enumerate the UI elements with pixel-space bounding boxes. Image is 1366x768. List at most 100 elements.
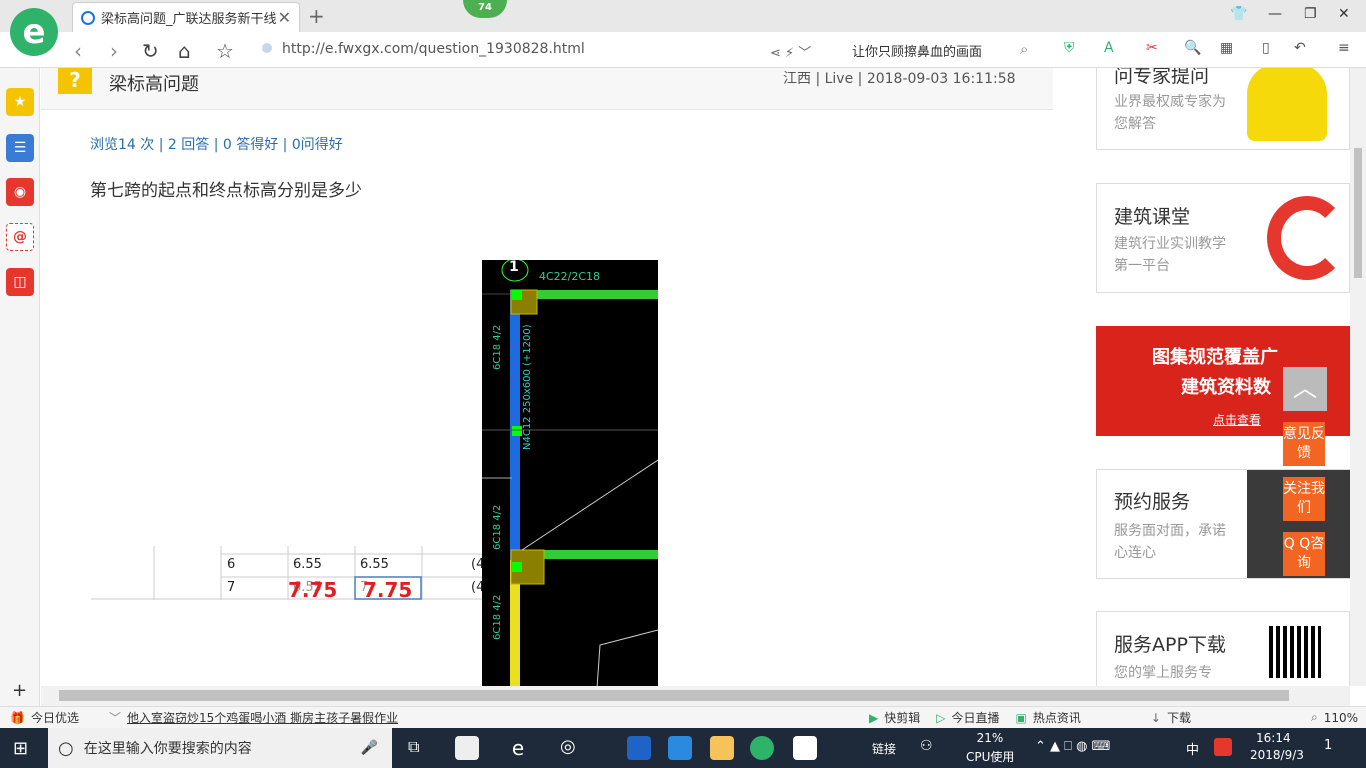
edge-icon[interactable] — [627, 736, 651, 760]
status-item-2[interactable]: 热点资讯 — [1033, 709, 1081, 726]
fan-app-icon[interactable] — [455, 736, 479, 760]
apps-icon[interactable]: ▦ — [1220, 40, 1233, 56]
sheet-row7-no: 7 — [227, 580, 236, 595]
undo-icon[interactable]: ↶ — [1294, 40, 1306, 56]
video-edit-icon: ▶ — [869, 710, 879, 725]
card-ask-expert-title: 问专家提问 — [1114, 68, 1210, 87]
mail-icon[interactable]: @ — [6, 223, 34, 251]
taskbar-link[interactable]: 链接 — [872, 740, 896, 757]
url-field[interactable]: http://e.fwxgx.com/question_1930828.html — [262, 41, 585, 57]
back-icon[interactable]: ‹ — [74, 39, 82, 63]
taskbar-search[interactable]: ○ 在这里输入你要搜索的内容 🎤 — [48, 728, 392, 768]
clock-date[interactable]: 2018/9/3 — [1250, 748, 1304, 762]
shirt-icon[interactable]: 👕 — [1230, 6, 1247, 22]
share-icon[interactable]: ⋖ ⚡ ﹀ — [770, 42, 811, 61]
ad-cta[interactable]: 点击查看 — [1213, 411, 1261, 428]
follow-button[interactable]: 关注我们 — [1283, 477, 1325, 521]
close-window-button[interactable]: ✕ — [1338, 6, 1350, 22]
sheet-row6-a: 6.55 — [293, 557, 322, 572]
status-news[interactable]: 他入室盗窃炒15个鸡蛋喝小酒 撕房主孩子暑假作业 — [127, 709, 398, 726]
card-ask-expert-sub: 业界最权威专家为您解答 — [1114, 94, 1226, 132]
card-ask-expert[interactable]: 问专家提问 业界最权威专家为您解答 — [1096, 68, 1350, 150]
live-icon: ▷ — [936, 710, 946, 725]
task-view-icon[interactable]: ⧉ — [408, 737, 419, 757]
cpu-label: CPU使用 — [966, 750, 1015, 764]
restore-button[interactable]: ❐ — [1304, 6, 1317, 22]
question-text: 第七跨的起点和终点标高分别是多少 — [90, 181, 362, 201]
home-icon[interactable]: ⌂ — [178, 39, 191, 63]
folder-icon[interactable] — [710, 736, 734, 760]
cad-drawing-image: 1 4C22/2C18 N4C12 250x600 (+1200) 6C18 4… — [482, 260, 658, 686]
minimize-button[interactable]: — — [1268, 6, 1282, 22]
tab-title: 梁标高问题_广联达服务新干线 — [101, 12, 277, 27]
card-classroom-title: 建筑课堂 — [1114, 206, 1191, 228]
status-zoom[interactable]: 110% — [1324, 711, 1358, 725]
notification-center-icon[interactable]: 1 — [1324, 738, 1332, 753]
mascot-image — [1247, 68, 1327, 141]
search-icon[interactable]: ⌕ — [1020, 40, 1028, 58]
browser-taskbar-icon[interactable] — [750, 736, 774, 760]
translate-icon[interactable]: A — [1104, 40, 1114, 56]
ie-e-icon[interactable]: e — [506, 736, 530, 760]
reader-icon[interactable]: ☰ — [6, 134, 34, 162]
magnifier-icon[interactable]: 🔍 — [1184, 40, 1201, 56]
tab-close-icon[interactable]: ✕ — [278, 8, 291, 27]
ie-icon[interactable] — [668, 736, 692, 760]
sheet-row6-b: 6.55 — [360, 557, 389, 572]
question-title: 梁标高问题 — [109, 74, 199, 95]
sogou-icon[interactable] — [1214, 738, 1232, 756]
scissors-icon[interactable]: ✂ — [1146, 40, 1158, 56]
menu-icon[interactable]: ≡ — [1338, 40, 1350, 56]
add-sidebar-icon[interactable]: + — [12, 680, 27, 701]
card-app-download-title: 服务APP下载 — [1114, 634, 1226, 656]
card-appointment-title: 预约服务 — [1114, 491, 1191, 513]
status-item-1[interactable]: 今日直播 — [952, 709, 1000, 726]
qq-consult-button[interactable]: Q Q咨询 — [1283, 532, 1325, 576]
cpu-percent: 21% — [976, 731, 1004, 745]
question-stats[interactable]: 浏览14 次 | 2 回答 | 0 答得好 | 0问得好 — [90, 134, 343, 154]
card-app-download-sub: 您的掌上服务专 — [1114, 665, 1212, 681]
question-mark-icon: ? — [58, 68, 92, 94]
tab-favicon-icon — [81, 10, 95, 25]
vertical-scrollbar[interactable] — [1350, 68, 1366, 686]
new-tab-button[interactable]: + — [308, 4, 325, 28]
status-item-3[interactable]: 下载 — [1167, 709, 1191, 726]
back-to-top-button[interactable]: ︿ — [1283, 367, 1327, 411]
ad-sub: 建筑资料数 — [1181, 377, 1271, 398]
shield-icon[interactable]: ⛨ — [1064, 40, 1075, 56]
phone-icon[interactable]: ▯ — [1262, 40, 1270, 56]
weibo-icon[interactable]: ◉ — [6, 178, 34, 206]
bookmark-star-icon[interactable]: ☆ — [216, 39, 234, 63]
reload-icon[interactable]: ↻ — [142, 39, 159, 63]
search-field[interactable]: 让你只顾擦鼻血的画面 — [852, 41, 982, 60]
left-sidebar — [0, 68, 40, 706]
favorites-star-icon[interactable]: ★ — [6, 88, 34, 116]
vertical-scroll-thumb[interactable] — [1354, 148, 1362, 278]
card-classroom[interactable]: 建筑课堂 建筑行业实训教学第一平台 — [1096, 183, 1350, 293]
horizontal-scrollbar[interactable] — [41, 686, 1350, 706]
card-app-download[interactable]: 服务APP下载 您的掌上服务专 — [1096, 611, 1350, 686]
feedback-button[interactable]: 意见反馈 — [1283, 422, 1325, 466]
tray-icons[interactable]: ⌃ ▲ ⎕ ◍ ⌨ — [1035, 739, 1110, 754]
swirl-app-icon[interactable]: ◎ — [560, 736, 584, 760]
ime-indicator[interactable]: 中 — [1186, 739, 1199, 758]
question-meta: 江西 | Live | 2018-09-03 16:11:58 — [783, 71, 1016, 87]
browser-logo-icon[interactable]: e — [10, 8, 58, 56]
cad-lines — [482, 260, 658, 686]
red-annotation-b: 7.75 — [363, 578, 413, 602]
chevron-down-icon: ﹀ — [108, 711, 121, 725]
clock-time[interactable]: 16:14 — [1256, 731, 1291, 745]
windows-start-icon[interactable]: ⊞ — [13, 738, 28, 759]
status-item-0[interactable]: 快剪辑 — [884, 709, 920, 726]
forward-icon[interactable]: › — [110, 39, 118, 63]
people-icon[interactable]: ⚇ — [920, 738, 933, 754]
news-icon: ▣ — [1015, 710, 1027, 725]
gift-icon: 🎁 — [10, 710, 25, 725]
game-icon[interactable]: ◫ — [6, 268, 34, 296]
classroom-logo-icon — [1267, 196, 1347, 280]
mail-taskbar-icon[interactable] — [793, 736, 817, 760]
microphone-icon[interactable]: 🎤 — [361, 740, 378, 756]
horizontal-scroll-thumb[interactable] — [59, 690, 1289, 701]
browser-tab[interactable]: 梁标高问题_广联达服务新干线 ✕ — [72, 2, 300, 32]
status-today[interactable]: 今日优选 — [31, 709, 79, 726]
